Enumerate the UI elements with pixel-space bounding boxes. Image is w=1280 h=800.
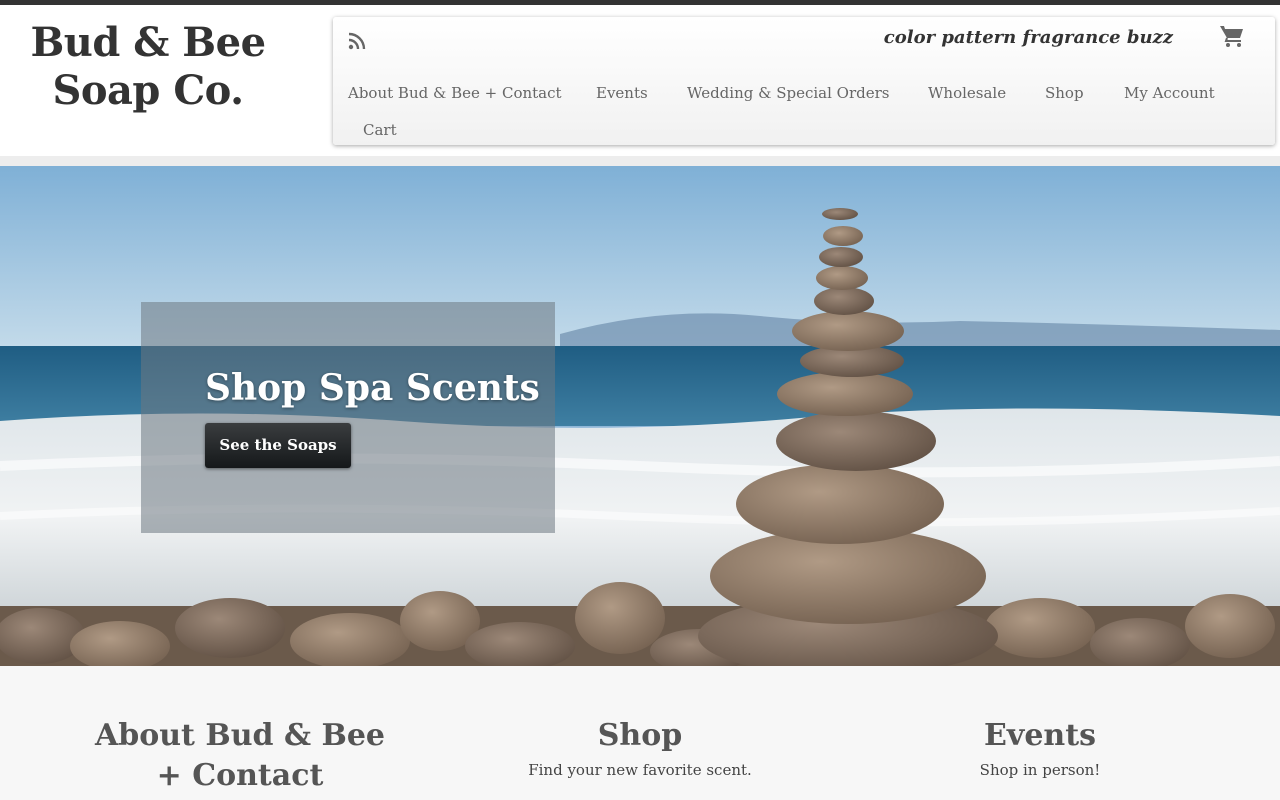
nav-item-wedding-special-orders[interactable]: Wedding & Special Orders [687,82,890,104]
feature-about-title[interactable]: About Bud & Bee + Contact [90,716,390,796]
rss-icon[interactable] [347,31,367,51]
nav-item-events[interactable]: Events [596,82,648,104]
logo-line-1: Bud & Bee [30,19,266,66]
hero-banner: Shop Spa Scents See the Soaps [0,166,1280,666]
feature-events-title[interactable]: Events [890,716,1190,756]
shopping-cart-icon[interactable] [1219,24,1245,48]
feature-shop-title[interactable]: Shop [490,716,790,756]
site-header: Bud & Bee Soap Co. color pattern fragran… [0,5,1280,156]
hero-overlay: Shop Spa Scents See the Soaps [141,302,555,533]
feature-shop[interactable]: Shop Find your new favorite scent. [490,716,790,782]
feature-section: About Bud & Bee + Contact Shop Find your… [0,666,1280,800]
navigation-panel: color pattern fragrance buzz About Bud &… [333,17,1275,145]
feature-events[interactable]: Events Shop in person! [890,716,1190,782]
nav-item-about[interactable]: About Bud & Bee + Contact [348,82,562,104]
nav-item-wholesale[interactable]: Wholesale [928,82,1006,104]
feature-about[interactable]: About Bud & Bee + Contact [90,716,390,796]
see-the-soaps-button[interactable]: See the Soaps [205,423,351,468]
feature-events-text: Shop in person! [979,761,1101,779]
feature-shop-text: Find your new favorite scent. [528,761,752,779]
nav-item-shop[interactable]: Shop [1045,82,1084,104]
logo-line-2: Soap Co. [52,67,244,114]
nav-item-cart[interactable]: Cart [363,119,397,141]
nav-item-my-account[interactable]: My Account [1124,82,1215,104]
site-tagline: color pattern fragrance buzz [883,27,1173,48]
hero-title: Shop Spa Scents [205,367,540,409]
header-divider [0,156,1280,166]
site-logo[interactable]: Bud & Bee Soap Co. [20,19,276,115]
